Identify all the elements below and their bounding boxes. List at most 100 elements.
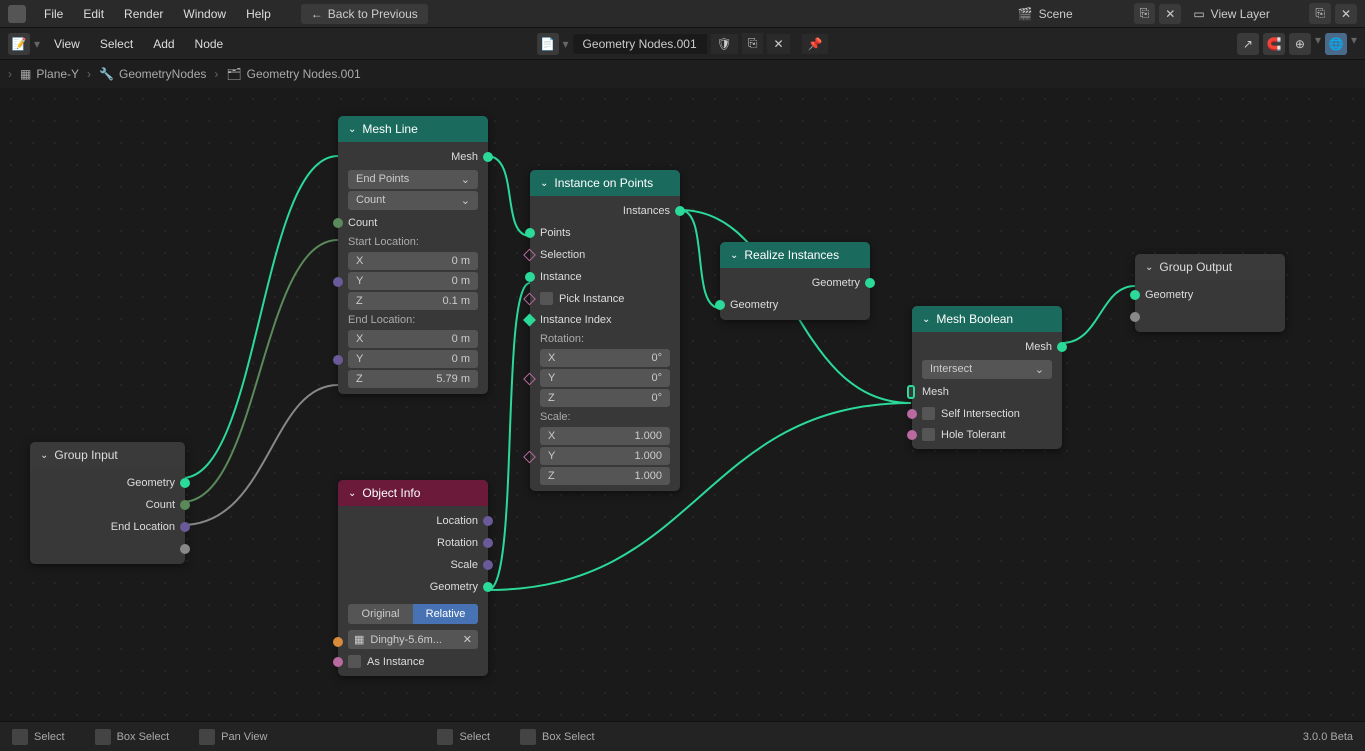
self-intersection-checkbox[interactable] (922, 407, 935, 420)
menu-render[interactable]: Render (114, 3, 173, 25)
geometry-socket[interactable] (180, 478, 190, 488)
app-logo[interactable] (8, 5, 26, 23)
vector-socket[interactable] (333, 277, 343, 287)
toolbar-select[interactable]: Select (90, 33, 143, 55)
node-instance-on-points[interactable]: ⌄ Instance on Points Instances Points Se… (530, 170, 680, 491)
fake-user-button[interactable]: ⎘ (742, 33, 764, 54)
geometry-socket[interactable] (675, 206, 685, 216)
shield-button[interactable]: 🛡 (711, 34, 738, 54)
mode-dropdown[interactable]: End Points⌄ (348, 170, 478, 189)
rot-y-field[interactable]: Y0° (540, 369, 670, 387)
scene-selector[interactable]: 🎬 Scene (1010, 4, 1130, 24)
scale-x-field[interactable]: X1.000 (540, 427, 670, 445)
menu-help[interactable]: Help (236, 3, 281, 25)
hole-tolerant-checkbox[interactable] (922, 428, 935, 441)
count-mode-dropdown[interactable]: Count⌄ (348, 191, 478, 210)
toolbar-add[interactable]: Add (143, 33, 184, 55)
editor-type-button[interactable]: 📝 (8, 33, 30, 55)
node-header[interactable]: ⌄ Mesh Line (338, 116, 488, 142)
geometry-socket[interactable] (1130, 290, 1140, 300)
node-header[interactable]: ⌄ Mesh Boolean (912, 306, 1062, 332)
end-z-field[interactable]: Z5.79 m (348, 370, 478, 388)
vector-socket[interactable] (523, 451, 536, 464)
vector-socket[interactable] (180, 522, 190, 532)
toolbar-view[interactable]: View (44, 33, 90, 55)
nodegroup-name-field[interactable]: Geometry Nodes.001 (573, 34, 707, 54)
end-y-field[interactable]: Y0 m (348, 350, 478, 368)
nodetree-browse-button[interactable]: 📄 (537, 33, 559, 55)
vector-socket[interactable] (483, 516, 493, 526)
node-header[interactable]: ⌄ Realize Instances (720, 242, 870, 268)
boolean-mode-dropdown[interactable]: Intersect⌄ (922, 360, 1052, 379)
pivot-button[interactable]: ⊕ (1289, 33, 1311, 55)
node-group-input[interactable]: ⌄ Group Input Geometry Count End Locatio… (30, 442, 185, 564)
geometry-socket[interactable] (1057, 342, 1067, 352)
bool-socket[interactable] (523, 292, 536, 305)
breadcrumb-object[interactable]: ▦ Plane-Y (20, 67, 79, 81)
breadcrumb-nodegroup[interactable]: 🗂 Geometry Nodes.001 (226, 67, 360, 81)
toolbar-node[interactable]: Node (185, 33, 234, 55)
vector-socket[interactable] (483, 538, 493, 548)
breadcrumb-modifier[interactable]: 🔧 GeometryNodes (99, 67, 206, 81)
virtual-socket[interactable] (180, 544, 190, 554)
int-socket[interactable] (333, 218, 343, 228)
snap-button[interactable]: 🧲 (1263, 33, 1285, 55)
scene-close-button[interactable]: ✕ (1159, 4, 1181, 24)
menu-edit[interactable]: Edit (73, 3, 114, 25)
rot-x-field[interactable]: X0° (540, 349, 670, 367)
viewlayer-selector[interactable]: ▭ View Layer (1185, 4, 1305, 24)
node-group-output[interactable]: ⌄ Group Output Geometry (1135, 254, 1285, 332)
end-x-field[interactable]: X0 m (348, 330, 478, 348)
object-field[interactable]: ▦ Dinghy-5.6m... ✕ (348, 630, 478, 649)
back-button[interactable]: ← Back to Previous (301, 4, 428, 24)
menu-window[interactable]: Window (173, 3, 236, 25)
geometry-socket[interactable] (483, 152, 493, 162)
virtual-socket[interactable] (1130, 312, 1140, 322)
node-header[interactable]: ⌄ Object Info (338, 480, 488, 506)
transform-space-toggle[interactable]: Original Relative (348, 604, 478, 624)
rot-z-field[interactable]: Z0° (540, 389, 670, 407)
vector-socket[interactable] (333, 355, 343, 365)
node-realize-instances[interactable]: ⌄ Realize Instances Geometry Geometry (720, 242, 870, 320)
node-header[interactable]: ⌄ Group Output (1135, 254, 1285, 280)
menu-file[interactable]: File (34, 3, 73, 25)
geometry-socket[interactable] (525, 228, 535, 238)
node-mesh-boolean[interactable]: ⌄ Mesh Boolean Mesh Intersect⌄ Mesh Self… (912, 306, 1062, 449)
node-mesh-line[interactable]: ⌄ Mesh Line Mesh End Points⌄ Count⌄ Coun… (338, 116, 488, 394)
bool-socket[interactable] (907, 430, 917, 440)
pin-button[interactable]: 📌 (802, 34, 829, 54)
node-canvas[interactable]: ⌄ Group Input Geometry Count End Locatio… (0, 88, 1365, 721)
scene-new-button[interactable]: ⎘ (1134, 3, 1156, 24)
multi-geometry-socket[interactable] (907, 385, 915, 399)
arrow-up-button[interactable]: ↗ (1237, 33, 1259, 55)
unlink-button[interactable]: ✕ (767, 34, 789, 54)
clear-button[interactable]: ✕ (463, 633, 472, 646)
as-instance-checkbox[interactable] (348, 655, 361, 668)
vector-socket[interactable] (523, 373, 536, 386)
original-button[interactable]: Original (348, 604, 413, 624)
relative-button[interactable]: Relative (413, 604, 478, 624)
start-z-field[interactable]: Z0.1 m (348, 292, 478, 310)
overlay-button[interactable]: 🌐 (1325, 33, 1347, 55)
geometry-socket[interactable] (865, 278, 875, 288)
geometry-socket[interactable] (483, 582, 493, 592)
viewlayer-new-button[interactable]: ⎘ (1309, 3, 1331, 24)
object-socket[interactable] (333, 637, 343, 647)
geometry-socket[interactable] (525, 272, 535, 282)
int-socket[interactable] (180, 500, 190, 510)
start-y-field[interactable]: Y0 m (348, 272, 478, 290)
bool-socket[interactable] (333, 657, 343, 667)
bool-socket[interactable] (907, 409, 917, 419)
geometry-socket[interactable] (715, 300, 725, 310)
node-header[interactable]: ⌄ Group Input (30, 442, 185, 468)
start-x-field[interactable]: X0 m (348, 252, 478, 270)
vector-socket[interactable] (483, 560, 493, 570)
node-header[interactable]: ⌄ Instance on Points (530, 170, 680, 196)
node-object-info[interactable]: ⌄ Object Info Location Rotation Scale Ge… (338, 480, 488, 676)
scale-y-field[interactable]: Y1.000 (540, 447, 670, 465)
scale-z-field[interactable]: Z1.000 (540, 467, 670, 485)
viewlayer-close-button[interactable]: ✕ (1335, 4, 1357, 24)
selection-socket[interactable] (523, 249, 536, 262)
pick-instance-checkbox[interactable] (540, 292, 553, 305)
int-socket[interactable] (523, 314, 536, 327)
